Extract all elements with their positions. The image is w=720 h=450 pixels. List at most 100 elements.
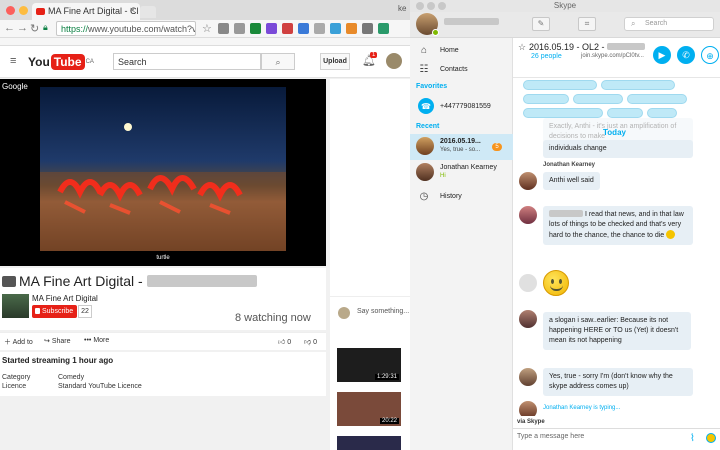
bookmarks-bar [0, 38, 410, 46]
extension-icon[interactable] [218, 23, 229, 34]
live-icon [2, 276, 16, 287]
zoom-window-button[interactable] [438, 2, 446, 10]
participant-chip[interactable] [523, 80, 597, 90]
group-avatar [416, 137, 434, 155]
upload-button[interactable]: Upload [320, 53, 350, 70]
new-tab-button[interactable] [140, 6, 156, 18]
tab-title: MA Fine Art Digital - Cl [48, 6, 139, 16]
skype-search-input[interactable]: ⌕ Search [624, 17, 714, 31]
suggested-video-thumbnail[interactable]: 20:22 [337, 392, 401, 426]
browser-window: MA Fine Art Digital - Cl ✕ ke ← → ↻ 🔒︎ h… [0, 0, 410, 450]
extension-icon[interactable] [250, 23, 261, 34]
attach-icon[interactable]: ⌇ [690, 433, 695, 444]
participant-chip[interactable] [573, 94, 623, 104]
add-people-button[interactable]: ⊕ [701, 46, 719, 64]
back-icon[interactable]: ← [4, 22, 15, 34]
search-button[interactable]: ⌕ [261, 53, 295, 70]
channel-name[interactable]: MA Fine Art Digital [32, 294, 98, 303]
message-list: Exactly, Anthi - it's just an amplificat… [513, 116, 720, 416]
emoticon-picker-icon[interactable] [706, 433, 716, 443]
audio-call-button[interactable]: ✆ [677, 46, 695, 64]
live-chat-input[interactable]: Say something... [330, 296, 410, 334]
favorite-star-icon[interactable]: ☆ [518, 42, 526, 53]
favorite-phone-number[interactable]: ☎ +447779081559 [418, 98, 491, 114]
bookmark-star-icon[interactable]: ☆ [202, 22, 212, 35]
extension-icon[interactable] [330, 23, 341, 34]
chat-message: Yes, true - sorry I'm (don't know why th… [543, 368, 693, 396]
logo-tube: Tube [50, 54, 85, 70]
account-avatar[interactable] [386, 53, 402, 69]
close-window-button[interactable] [416, 2, 424, 10]
share-icon: ↪ [44, 338, 50, 345]
sidebar-item-history[interactable]: ◷ History [418, 190, 462, 202]
sidebar-item-home[interactable]: ⌂ Home [418, 44, 459, 56]
message-compose-box[interactable]: Type a message here ⌇ [513, 428, 720, 450]
search-input[interactable]: Search [113, 53, 261, 70]
video-call-button[interactable]: ▶ [653, 46, 671, 64]
video-player[interactable]: Google turtle [0, 79, 326, 266]
subscribe-button[interactable]: Subscribe [32, 305, 77, 318]
recent-conversation-jonathan[interactable]: Jonathan Kearney Hi [410, 160, 513, 186]
light-painting-image [40, 123, 286, 251]
unread-badge: 5 [492, 143, 502, 151]
browser-tab-youtube[interactable]: MA Fine Art Digital - Cl ✕ [32, 3, 140, 20]
chat-message: I read that news, and in that law lots o… [543, 206, 693, 245]
channel-avatar[interactable] [2, 294, 29, 318]
smiley-emoticon-icon [666, 230, 676, 239]
search-icon: ⌕ [275, 57, 281, 67]
youtube-page: ≡ You Tube CA Search ⌕ Upload 🔔︎ 1 Googl… [0, 46, 410, 450]
extension-icon[interactable] [346, 23, 357, 34]
category-value: Comedy [58, 374, 85, 381]
reload-icon[interactable]: ↻ [30, 22, 39, 35]
add-to-button[interactable]: ＋ Add to [4, 337, 33, 347]
sender-avatar [519, 206, 537, 224]
video-description: Started streaming 1 hour ago Category Co… [0, 352, 326, 396]
extension-icon[interactable] [298, 23, 309, 34]
extension-icon[interactable] [282, 23, 293, 34]
participant-count[interactable]: 26 people [531, 53, 562, 60]
youtube-logo[interactable]: You Tube CA [28, 54, 94, 70]
extension-icon[interactable] [266, 23, 277, 34]
sidebar-item-label: +447779081559 [440, 102, 491, 110]
compose-icon[interactable]: ✎ [532, 17, 550, 31]
sender-avatar [519, 172, 537, 190]
participant-chip[interactable] [601, 80, 675, 90]
dislike-button[interactable]: 👎︎ 0 [304, 337, 317, 346]
minimize-window-button[interactable] [427, 2, 435, 10]
redacted-text [146, 275, 257, 287]
suggested-video-thumbnail[interactable] [337, 436, 401, 450]
like-button[interactable]: 👍︎ 0 [278, 337, 291, 346]
licence-value: Standard YouTube Licence [58, 383, 142, 390]
dislike-count: 0 [313, 339, 317, 346]
subscribe-label: Subscribe [42, 308, 74, 315]
phone-icon: ✆ [682, 50, 690, 60]
minimize-window-button[interactable] [19, 6, 28, 15]
suggested-video-thumbnail[interactable]: 1:29:31 [337, 348, 401, 382]
participant-chip[interactable] [627, 94, 687, 104]
close-window-button[interactable] [6, 6, 15, 15]
date-separator: Today [603, 128, 626, 137]
video-camera-icon: ▶ [658, 50, 666, 60]
extension-icon[interactable] [234, 23, 245, 34]
more-button[interactable]: ••• More [84, 337, 109, 344]
extension-icon[interactable] [362, 23, 373, 34]
join-link[interactable]: join.skype.com/pCl0tv... [581, 53, 644, 59]
address-bar[interactable]: https://www.youtube.com/watch?v= [56, 21, 196, 36]
redacted-text [549, 210, 583, 217]
forward-icon[interactable]: → [17, 22, 28, 34]
extension-icon[interactable] [314, 23, 325, 34]
extension-icon[interactable] [378, 23, 389, 34]
participant-chip[interactable] [523, 94, 569, 104]
lock-icon: 🔒︎ [43, 22, 48, 32]
guide-menu-icon[interactable]: ≡ [10, 55, 16, 67]
more-label: More [93, 337, 110, 344]
share-button[interactable]: ↪ Share [44, 337, 71, 345]
message-input[interactable]: Type a message here [517, 433, 677, 440]
sender-avatar [519, 310, 537, 328]
close-tab-icon[interactable]: ✕ [129, 6, 136, 15]
recent-conversation-group[interactable]: 2016.05.19... Yes, true - so... 5 [410, 134, 513, 160]
sidebar-item-label: Home [440, 46, 459, 54]
clock-icon: ◷ [419, 190, 429, 202]
dialpad-icon[interactable]: ⌗ [578, 17, 596, 31]
sidebar-item-contacts[interactable]: ☷ Contacts [418, 63, 468, 75]
